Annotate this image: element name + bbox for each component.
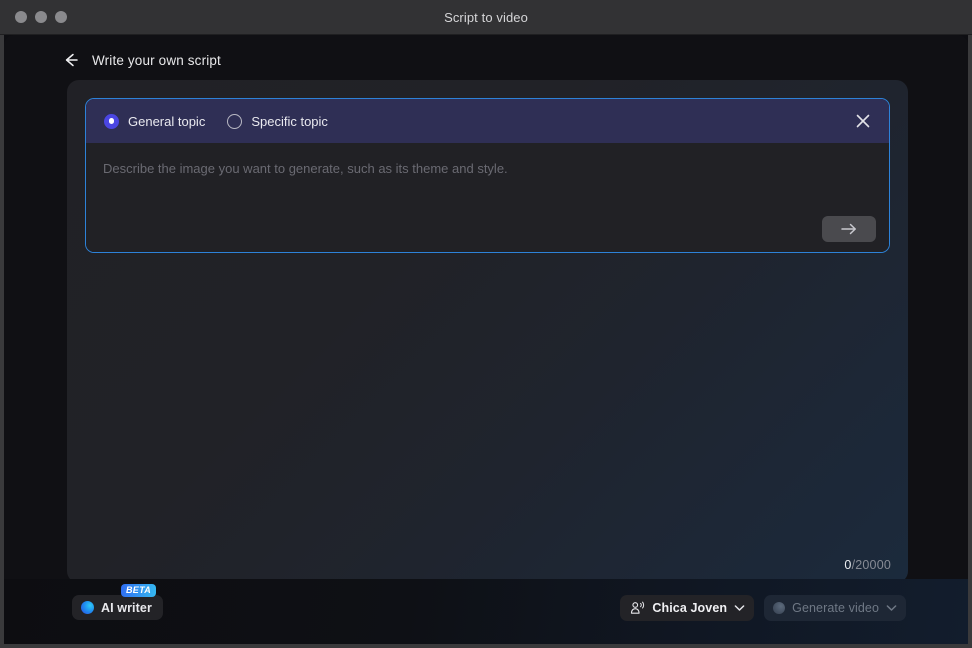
voice-person-icon [631, 601, 645, 614]
beta-badge: BETA [121, 584, 157, 597]
app-window: Script to video Write your own script Ge… [0, 0, 972, 648]
page-title: Write your own script [92, 52, 221, 68]
traffic-lights [15, 11, 67, 23]
generate-video-button[interactable]: Generate video [764, 595, 906, 621]
maximize-window-button[interactable] [55, 11, 67, 23]
radio-label-general-topic: General topic [128, 113, 206, 129]
app-inner-surface: Write your own script General topic Spec… [4, 35, 968, 644]
window-title: Script to video [444, 9, 528, 25]
generate-orb-icon [773, 602, 786, 614]
back-button[interactable] [62, 51, 80, 69]
prompt-panel-header: General topic Specific topic [86, 99, 889, 143]
radio-label-specific-topic: Specific topic [251, 113, 328, 129]
arrow-left-icon [65, 53, 78, 67]
close-icon [856, 114, 870, 128]
footer-right-actions: Chica Joven Generate video [620, 595, 906, 621]
radio-unselected-icon [227, 113, 243, 129]
radio-selected-icon [104, 113, 119, 129]
app-body: Write your own script General topic Spec… [0, 35, 972, 648]
radio-option-general-topic[interactable]: General topic [104, 113, 206, 129]
ai-orb-icon [81, 601, 94, 614]
close-prompt-panel-button[interactable] [851, 109, 875, 133]
prompt-placeholder-text: Describe the image you want to generate,… [103, 161, 508, 176]
voice-select-label: Chica Joven [652, 601, 728, 615]
prompt-input-area[interactable]: Describe the image you want to generate,… [86, 143, 889, 252]
character-counter: 0/20000 [844, 558, 891, 572]
minimize-window-button[interactable] [35, 11, 47, 23]
footer-toolbar: AI writer BETA Chica Joven Generate vide… [4, 579, 968, 644]
arrow-right-icon [840, 223, 856, 235]
ai-writer-button[interactable]: AI writer BETA [72, 584, 163, 620]
chevron-down-icon [886, 605, 897, 611]
window-titlebar: Script to video [0, 0, 972, 35]
ai-writer-label: AI writer [101, 600, 152, 615]
radio-option-specific-topic[interactable]: Specific topic [227, 113, 328, 129]
topnav: Write your own script [62, 43, 221, 77]
script-editor-card: General topic Specific topic Describe th… [67, 80, 908, 583]
voice-select-button[interactable]: Chica Joven [620, 595, 755, 621]
character-count-max: /20000 [851, 558, 891, 572]
image-prompt-panel: General topic Specific topic Describe th… [85, 98, 890, 253]
topic-type-radio-group: General topic Specific topic [104, 113, 328, 129]
close-window-button[interactable] [15, 11, 27, 23]
generate-video-label: Generate video [792, 601, 879, 615]
character-count-current: 0 [844, 558, 852, 572]
chevron-down-icon [734, 605, 745, 611]
submit-prompt-button[interactable] [822, 216, 876, 242]
